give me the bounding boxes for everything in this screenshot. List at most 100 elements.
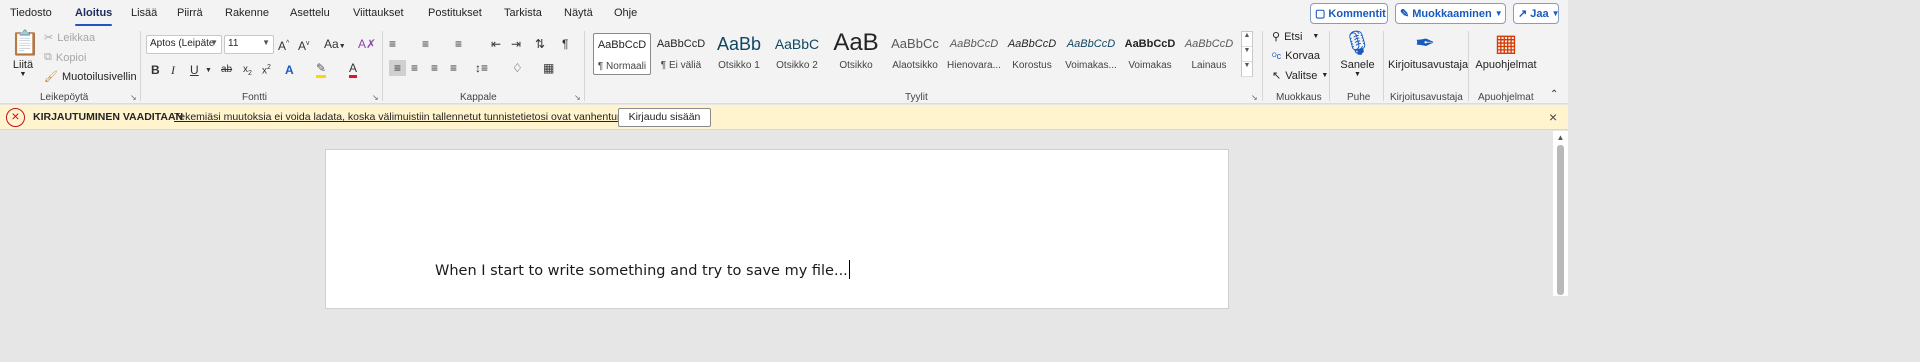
align-right-icon[interactable]: ≡ — [431, 60, 438, 76]
clipboard-icon: 📋 — [10, 30, 40, 57]
tab-help[interactable]: Ohje — [614, 7, 637, 19]
styles-gallery-scroll[interactable]: ▲ ▼ ▼ — [1241, 31, 1253, 77]
justify-icon[interactable]: ≡ — [450, 60, 457, 76]
subscript-icon[interactable]: x2 — [243, 62, 252, 82]
bullets-icon[interactable]: ≡ — [389, 36, 396, 52]
italic-icon[interactable]: I — [171, 62, 175, 78]
bold-icon[interactable]: B — [151, 62, 160, 78]
addins-label: Apuohjelmat — [1475, 59, 1537, 71]
tab-design[interactable]: Rakenne — [225, 7, 269, 19]
style-no-spacing[interactable]: AaBbCcD ¶ Ei väliä — [652, 33, 710, 75]
style-subtitle[interactable]: AaBbCc Alaotsikko — [886, 33, 944, 75]
tab-draw[interactable]: Piirrä — [177, 7, 203, 19]
replace-button[interactable]: ᴼc Korvaa — [1272, 50, 1320, 62]
paste-button[interactable]: 📋 Liitä ▼ — [10, 29, 40, 78]
style-subtle-emphasis[interactable]: AaBbCcD Hienovara... — [945, 33, 1003, 75]
share-button[interactable]: ↗ Jaa ▼ — [1513, 3, 1560, 24]
style-preview: AaBbCcD — [656, 38, 706, 50]
collapse-ribbon-icon[interactable]: ⌃ — [1550, 87, 1558, 103]
underline-icon[interactable]: U — [190, 62, 199, 78]
style-preview: AaBbCcD — [1066, 38, 1116, 50]
clear-formatting-icon[interactable]: A✗ — [358, 36, 376, 52]
sort-icon[interactable]: ⇅ — [535, 36, 545, 52]
text-effects-icon[interactable]: A — [285, 62, 294, 78]
change-case-icon[interactable]: Aa▼ — [324, 36, 346, 55]
strikethrough-icon[interactable]: ab — [221, 62, 232, 78]
chevron-up-icon[interactable]: ▲ — [1553, 133, 1568, 142]
style-name: Alaotsikko — [892, 60, 938, 71]
shrink-font-icon[interactable]: Av — [298, 36, 310, 54]
superscript-icon[interactable]: x2 — [262, 60, 271, 79]
font-name-combo[interactable]: Aptos (Leipäte ▼ — [146, 35, 222, 54]
increase-indent-icon[interactable]: ⇥ — [511, 36, 521, 52]
line-spacing-icon[interactable]: ↕≡ — [475, 60, 488, 76]
editing-mode-button[interactable]: ✎ Muokkaaminen ▼ — [1395, 3, 1506, 24]
style-quote[interactable]: AaBbCcD Lainaus — [1180, 33, 1238, 75]
chevron-up-icon[interactable]: ▲ — [1242, 32, 1252, 47]
dialog-launcher-icon[interactable]: ↘ — [130, 93, 137, 102]
tab-home[interactable]: Aloitus — [75, 7, 113, 26]
tab-mailings[interactable]: Postitukset — [428, 7, 482, 19]
paste-label: Liitä — [12, 59, 34, 71]
format-painter-button[interactable]: 🖌 Muotoilusivellin — [44, 70, 137, 84]
style-heading-1[interactable]: AaBb Otsikko 1 — [710, 33, 768, 75]
tab-file[interactable]: Tiedosto — [10, 7, 52, 19]
scrollbar-thumb[interactable] — [1557, 145, 1564, 295]
cut-button[interactable]: ✂ Leikkaa — [44, 31, 95, 45]
style-title[interactable]: AaB Otsikko — [827, 33, 885, 75]
search-icon: ⚲ — [1272, 31, 1281, 43]
chevron-down-icon: ▼ — [1312, 33, 1320, 40]
style-emphasis[interactable]: AaBbCcD Korostus — [1003, 33, 1061, 75]
vertical-scrollbar[interactable]: ▲ — [1553, 131, 1568, 296]
grow-font-icon[interactable]: A^ — [278, 36, 289, 54]
error-icon: × — [6, 108, 25, 127]
sign-in-button[interactable]: Kirjaudu sisään — [618, 108, 711, 127]
comments-button[interactable]: ▢ Kommentit — [1310, 3, 1388, 24]
multilevel-list-icon[interactable]: ≡ — [455, 36, 462, 52]
cursor-icon: ↖ — [1272, 70, 1282, 82]
editing-group-label: Muokkaus — [1276, 92, 1322, 103]
borders-icon[interactable]: ▦ — [543, 60, 554, 76]
align-center-icon[interactable]: ≡ — [411, 60, 418, 76]
dialog-launcher-icon[interactable]: ↘ — [1251, 93, 1258, 102]
style-preview: AaB — [833, 33, 879, 55]
style-strong[interactable]: AaBbCcD Voimakas — [1121, 33, 1179, 75]
shading-icon[interactable]: ♢ — [512, 60, 523, 76]
pilcrow-icon[interactable]: ¶ — [562, 36, 568, 52]
dialog-launcher-icon[interactable]: ↘ — [574, 93, 581, 102]
addins-button[interactable]: ▦ Apuohjelmat — [1475, 29, 1537, 71]
dialog-launcher-icon[interactable]: ↘ — [372, 93, 379, 102]
style-intense-emphasis[interactable]: AaBbCcD Voimakas... — [1062, 33, 1120, 75]
expand-gallery-icon[interactable]: ▼ — [1242, 62, 1252, 77]
message-text-link[interactable]: Tekemiäsi muutoksia ei voida ladata, kos… — [174, 111, 640, 123]
dictate-button[interactable]: 🎙 Sanele ▼ — [1340, 29, 1375, 78]
document-body-text[interactable]: When I start to write something and try … — [435, 260, 850, 279]
document-page[interactable]: When I start to write something and try … — [325, 149, 1229, 309]
style-name: Otsikko 1 — [718, 60, 760, 71]
copy-button[interactable]: ⧉ Kopioi — [44, 51, 86, 64]
numbering-icon[interactable]: ≡ — [422, 36, 429, 52]
style-normal[interactable]: AaBbCcD ¶ Normaali — [593, 33, 651, 75]
tab-layout[interactable]: Asettelu — [290, 7, 330, 19]
find-button[interactable]: ⚲ Etsi ▼ — [1272, 30, 1320, 44]
tab-review[interactable]: Tarkista — [504, 7, 542, 19]
select-label: Valitse — [1285, 69, 1318, 82]
tab-view[interactable]: Näytä — [564, 7, 593, 19]
style-preview: AaBbCcD — [597, 39, 647, 51]
tab-insert[interactable]: Lisää — [131, 7, 157, 19]
select-button[interactable]: ↖ Valitse ▼ — [1272, 69, 1328, 83]
font-size-combo[interactable]: 11 ▼ — [224, 35, 274, 54]
scissors-icon: ✂ — [44, 32, 54, 44]
style-name: Lainaus — [1191, 60, 1227, 71]
editor-button[interactable]: ✒ Kirjoitusavustaja — [1388, 29, 1469, 71]
tab-references[interactable]: Viittaukset — [353, 7, 404, 19]
close-icon[interactable]: × — [1549, 109, 1557, 125]
highlight-icon[interactable]: ✎ — [316, 62, 327, 78]
chevron-down-icon[interactable]: ▼ — [205, 63, 212, 79]
chevron-down-icon[interactable]: ▼ — [1242, 47, 1252, 62]
editor-label: Kirjoitusavustaja — [1388, 59, 1469, 71]
style-heading-2[interactable]: AaBbC Otsikko 2 — [768, 33, 826, 75]
font-color-icon[interactable]: A — [349, 62, 358, 78]
decrease-indent-icon[interactable]: ⇤ — [491, 36, 501, 52]
align-left-icon[interactable]: ≡ — [389, 60, 406, 76]
